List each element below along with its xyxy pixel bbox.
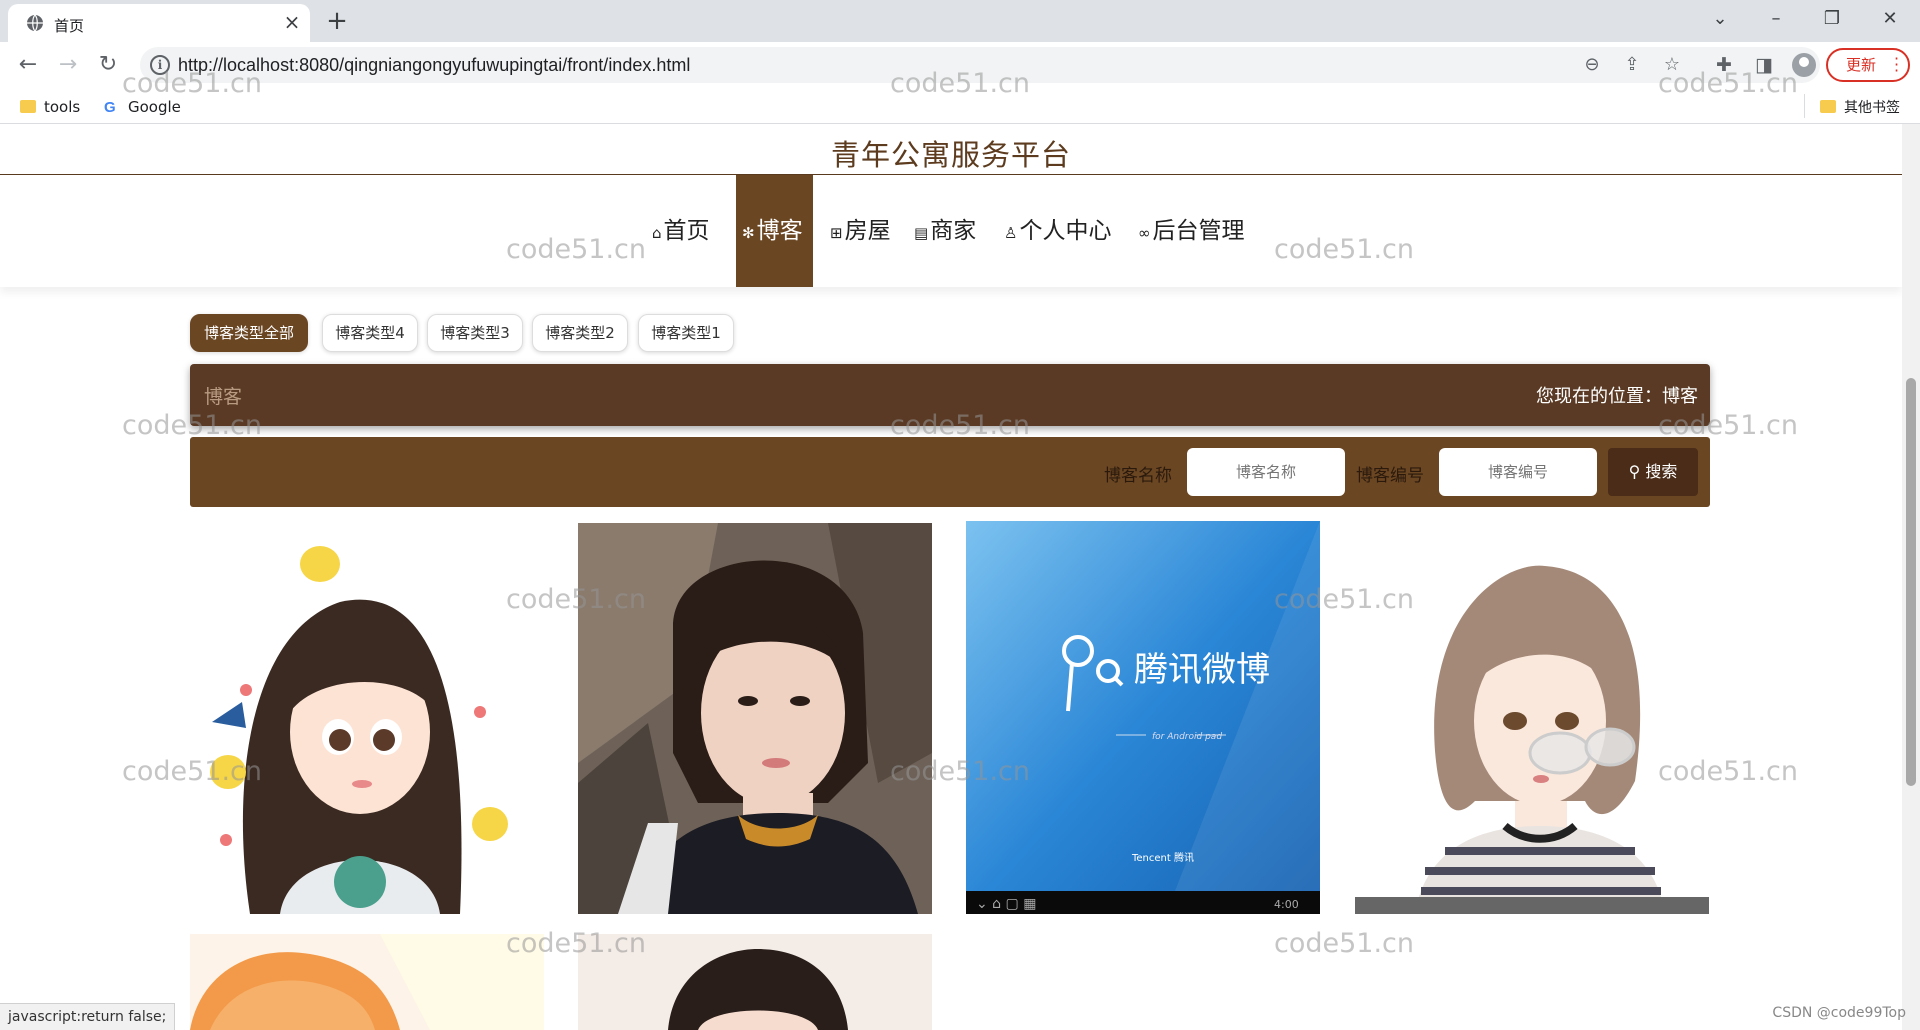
minimize-icon[interactable]: –	[1756, 4, 1796, 34]
category-3-button[interactable]: 博客类型3	[427, 314, 523, 352]
orange-hair-photo-image	[190, 934, 544, 1030]
category-4-button[interactable]: 博客类型4	[322, 314, 418, 352]
bookmark-star-icon[interactable]: ☆	[1660, 53, 1684, 77]
watermark: code51.cn	[1274, 928, 1415, 959]
side-panel-icon[interactable]: ◨	[1750, 51, 1778, 79]
browser-toolbar: ← → ↻ i http://localhost:8080/qingniango…	[0, 42, 1920, 88]
weibo-subtitle: for Android pad	[1152, 732, 1222, 742]
url-text[interactable]: http://localhost:8080/qingniangongyufuwu…	[178, 55, 690, 76]
update-label: 更新	[1846, 56, 1877, 74]
blog-name-label: 博客名称	[1104, 466, 1172, 486]
category-all-button[interactable]: 博客类型全部	[190, 314, 308, 352]
update-button[interactable]: 更新 · · ·	[1826, 48, 1910, 82]
bookmark-tools[interactable]: tools	[20, 96, 80, 118]
blog-code-label: 博客编号	[1356, 466, 1424, 486]
girl-photo-rocks-image	[578, 523, 932, 914]
nav-label: 房屋	[844, 218, 891, 244]
nav-label: 个人中心	[1019, 218, 1112, 244]
menu-dots-icon: · · ·	[1894, 49, 1900, 80]
nav-item-admin[interactable]: ∞后台管理	[1138, 175, 1245, 287]
nav-label: 首页	[663, 218, 710, 244]
nav-label: 后台管理	[1152, 218, 1245, 244]
share-icon[interactable]: ⇪	[1620, 53, 1644, 77]
blog-code-input[interactable]	[1439, 448, 1597, 496]
cartoon-girl-glasses-image	[1355, 521, 1709, 914]
globe-icon	[27, 14, 43, 32]
other-bookmarks[interactable]: 其他书签	[1820, 96, 1900, 118]
nav-item-home[interactable]: ⌂首页	[652, 175, 710, 287]
main-nav: ⌂首页 ✻博客 ⊞房屋 ▤商家 ♙个人中心 ∞后台管理	[0, 175, 1902, 287]
svg-text:⌄ ⌂ ▢ ▦: ⌄ ⌂ ▢ ▦	[976, 896, 1036, 912]
browser-tab-strip: 首页 × + ⌄ – ❐ ✕	[0, 0, 1920, 42]
breadcrumb: 您现在的位置：博客	[1536, 386, 1698, 407]
status-bar: javascript:return false;	[0, 1003, 176, 1030]
search-bar: 博客名称 博客编号 ⚲ 搜索	[190, 437, 1710, 507]
bookmarks-divider	[1804, 94, 1805, 118]
home-icon: ⌂	[652, 224, 662, 242]
link-icon: ∞	[1138, 224, 1151, 242]
section-title-bar: 博客 您现在的位置：博客	[190, 364, 1710, 426]
site-info-icon[interactable]: i	[150, 55, 170, 75]
calendar-icon: ▤	[914, 224, 929, 242]
reload-icon[interactable]: ↻	[94, 51, 122, 79]
gift-icon: ⊞	[830, 224, 843, 242]
nav-item-house[interactable]: ⊞房屋	[830, 175, 891, 287]
blog-card[interactable]	[190, 522, 544, 914]
weibo-brand: Tencent 腾讯	[1131, 851, 1194, 864]
close-window-icon[interactable]: ✕	[1870, 4, 1910, 34]
nav-item-merchant[interactable]: ▤商家	[914, 175, 976, 287]
snowflake-icon: ✻	[742, 224, 755, 242]
search-button-label: 搜索	[1645, 462, 1678, 481]
blog-name-input[interactable]	[1187, 448, 1345, 496]
tab-close-icon[interactable]: ×	[280, 10, 304, 34]
nav-item-blog[interactable]: ✻博客	[736, 175, 813, 287]
csdn-credit: CSDN @code99Top	[1772, 1005, 1906, 1021]
blog-card[interactable]	[190, 934, 544, 1030]
nav-label: 博客	[756, 218, 803, 244]
blog-card[interactable]	[1355, 521, 1709, 914]
tencent-weibo-screen-image: 腾讯微博 for Android pad Tencent 腾讯 ⌄ ⌂ ▢ ▦ …	[966, 521, 1320, 914]
section-title: 博客	[204, 386, 243, 408]
tab-search-icon[interactable]: ⌄	[1700, 4, 1740, 34]
nav-item-profile[interactable]: ♙个人中心	[1004, 175, 1111, 287]
category-1-button[interactable]: 博客类型1	[638, 314, 734, 352]
browser-tab[interactable]: 首页 ×	[8, 4, 310, 42]
bookmarks-bar: tools G Google 其他书签	[0, 88, 1920, 124]
site-title: 青年公寓服务平台	[830, 138, 1071, 172]
weibo-logo-text: 腾讯微博	[1134, 650, 1270, 690]
blog-card[interactable]	[578, 523, 932, 914]
cartoon-girl-waving-image	[190, 522, 544, 914]
page-scrollbar[interactable]	[1902, 124, 1920, 1030]
restore-icon[interactable]: ❐	[1812, 4, 1852, 34]
nav-label: 商家	[930, 218, 977, 244]
user-icon: ♙	[1004, 224, 1018, 242]
folder-icon	[20, 100, 36, 113]
blog-card[interactable]	[578, 934, 932, 1030]
bookmark-google[interactable]: G Google	[104, 96, 181, 118]
bookmark-label: tools	[44, 98, 81, 116]
address-bar[interactable]: i http://localhost:8080/qingniangongyufu…	[140, 47, 1820, 83]
other-bookmarks-label: 其他书签	[1844, 100, 1900, 116]
search-button[interactable]: ⚲ 搜索	[1608, 448, 1698, 496]
folder-icon	[1820, 100, 1836, 113]
google-icon: G	[104, 99, 116, 116]
tab-title: 首页	[54, 17, 85, 35]
extensions-icon[interactable]: ✚	[1710, 51, 1738, 79]
back-icon[interactable]: ←	[14, 51, 42, 79]
forward-icon[interactable]: →	[54, 51, 82, 79]
search-icon: ⚲	[1628, 462, 1641, 481]
category-2-button[interactable]: 博客类型2	[532, 314, 628, 352]
new-tab-icon[interactable]: +	[322, 8, 352, 36]
weibo-clock: 4:00	[1274, 898, 1299, 911]
site-header: 青年公寓服务平台	[0, 124, 1902, 175]
scrollbar-thumb[interactable]	[1906, 378, 1916, 786]
bookmark-label: Google	[128, 98, 181, 116]
page-viewport: 青年公寓服务平台 ⌂首页 ✻博客 ⊞房屋 ▤商家 ♙个人中心 ∞后台管理 博客类…	[0, 124, 1902, 1030]
blog-card[interactable]: 腾讯微博 for Android pad Tencent 腾讯 ⌄ ⌂ ▢ ▦ …	[966, 521, 1320, 914]
profile-avatar[interactable]	[1792, 53, 1816, 77]
girl-bangs-photo-image	[578, 934, 932, 1030]
zoom-icon[interactable]: ⊖	[1580, 53, 1604, 77]
